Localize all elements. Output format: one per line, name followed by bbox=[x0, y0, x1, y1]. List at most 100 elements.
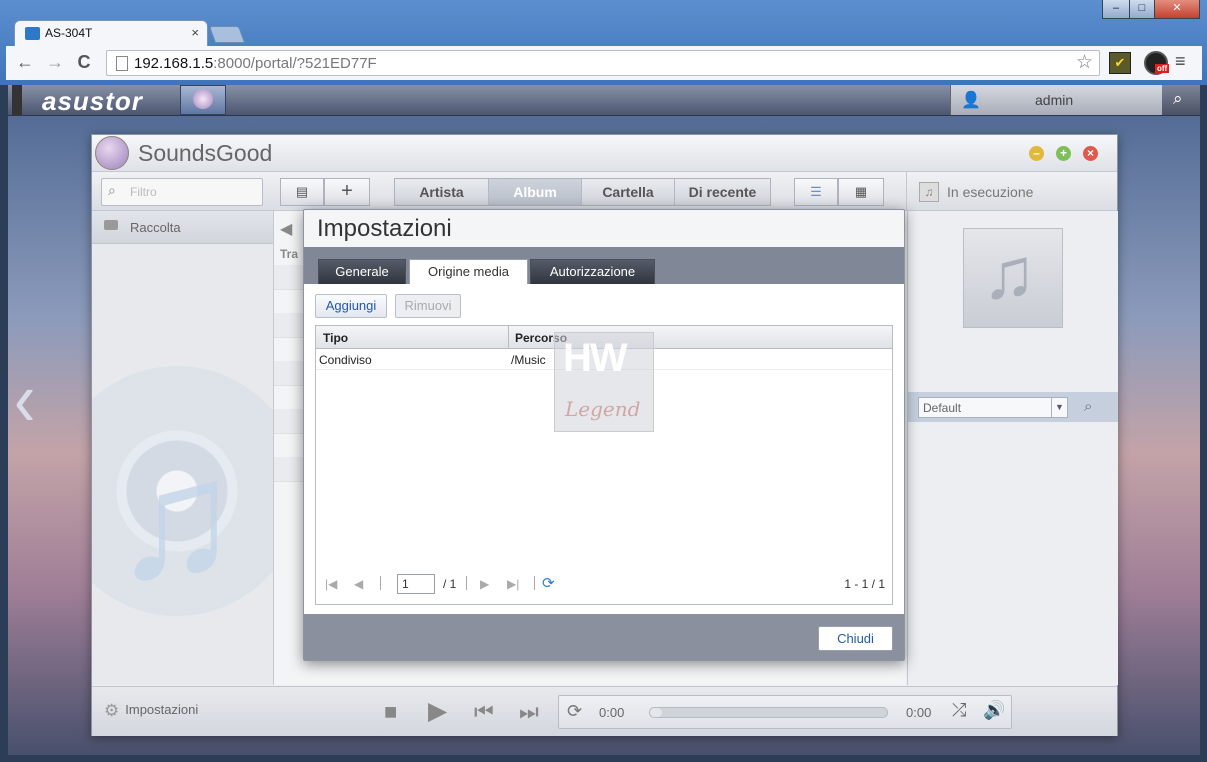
zoom-search-icon[interactable]: ⌕ bbox=[1084, 398, 1092, 415]
prev-page-icon[interactable]: ◀ bbox=[354, 577, 363, 591]
now-playing-label: In esecuzione bbox=[947, 184, 1034, 200]
list-view-icon[interactable]: ☰ bbox=[794, 178, 838, 206]
adm-search-button[interactable]: ⌕ bbox=[1162, 85, 1200, 115]
new-tab-button[interactable] bbox=[208, 26, 246, 43]
minimize-button[interactable]: – bbox=[1102, 0, 1130, 19]
page-icon bbox=[116, 56, 128, 71]
tab-autorizzazione[interactable]: Autorizzazione bbox=[530, 259, 655, 285]
stop-icon[interactable]: ■ bbox=[384, 699, 397, 725]
minimize-app-icon[interactable]: – bbox=[1029, 146, 1044, 161]
tab-generale[interactable]: Generale bbox=[318, 259, 406, 285]
playlist-button[interactable]: ▤ bbox=[280, 178, 324, 206]
close-dialog-button[interactable]: Chiudi bbox=[818, 626, 893, 651]
close-window-button[interactable]: ✕ bbox=[1154, 0, 1200, 19]
tab-close-icon[interactable]: × bbox=[191, 25, 199, 40]
maximize-button[interactable]: □ bbox=[1129, 0, 1155, 19]
now-playing-header: ♫ In esecuzione bbox=[906, 172, 1118, 210]
back-arrow-icon[interactable]: ◀ bbox=[280, 219, 292, 239]
music-note-icon: ♫ bbox=[982, 234, 1036, 314]
first-page-icon[interactable]: |◀ bbox=[325, 577, 337, 591]
time-current: 0:00 bbox=[599, 705, 625, 720]
sidebar-item-raccolta[interactable]: Raccolta bbox=[92, 211, 273, 244]
window-controls: – □ ✕ bbox=[1102, 0, 1200, 19]
volume-icon[interactable]: 🔊 bbox=[983, 700, 1005, 721]
table-row bbox=[274, 409, 304, 434]
browser-navbar: ← → C 192.168.1.5:8000/portal/?521ED77F … bbox=[6, 46, 1202, 80]
forward-arrow-icon[interactable]: → bbox=[44, 52, 66, 73]
settings-label: Impostazioni bbox=[125, 702, 199, 717]
page-total: / 1 bbox=[443, 577, 457, 591]
tab-origine-media[interactable]: Origine media bbox=[409, 259, 528, 285]
gear-icon: ⚙ bbox=[104, 701, 120, 720]
bookmark-star-icon[interactable]: ☆ bbox=[1076, 51, 1093, 74]
close-app-icon[interactable]: × bbox=[1083, 146, 1098, 161]
pager-divider bbox=[380, 576, 381, 590]
column-tipo[interactable]: Tipo bbox=[323, 331, 348, 345]
record-count: 1 - 1 / 1 bbox=[844, 577, 885, 591]
adm-favicon-icon bbox=[25, 27, 40, 40]
extension-badge: off bbox=[1155, 64, 1170, 73]
repeat-icon[interactable]: ⟳ bbox=[567, 701, 582, 722]
maximize-app-icon[interactable]: + bbox=[1056, 146, 1071, 161]
tab-album[interactable]: Album bbox=[489, 179, 582, 205]
watermark-logo: HW Legend bbox=[554, 332, 654, 432]
extension-check-icon[interactable]: ✔ bbox=[1109, 52, 1131, 74]
next-track-icon[interactable]: ⏭ bbox=[519, 699, 539, 725]
shuffle-icon[interactable]: ⤮ bbox=[952, 700, 966, 721]
table-row bbox=[274, 265, 304, 290]
browser-tab[interactable]: AS-304T × bbox=[14, 20, 208, 47]
watermark-line2: Legend bbox=[565, 397, 641, 421]
progress-slider[interactable] bbox=[649, 707, 888, 718]
add-source-button[interactable]: Aggiungi bbox=[315, 294, 387, 318]
grid-view-icon[interactable]: ▦ bbox=[838, 178, 884, 206]
add-button[interactable]: + bbox=[324, 178, 370, 206]
music-note-icon: ♫ bbox=[919, 182, 939, 202]
library-icon bbox=[104, 220, 118, 230]
app-title: SoundsGood bbox=[138, 140, 273, 166]
chevron-down-icon: ▼ bbox=[1051, 398, 1067, 417]
cell-tipo: Condiviso bbox=[319, 353, 372, 367]
adm-taskbar: asustor 👤 admin ⌕ bbox=[8, 85, 1200, 116]
dialog-tabbar: Generale Origine media Autorizzazione bbox=[304, 247, 904, 285]
settings-button[interactable]: ⚙ Impostazioni bbox=[104, 701, 198, 721]
remove-source-button[interactable]: Rimuovi bbox=[395, 294, 461, 318]
address-bar[interactable]: 192.168.1.5:8000/portal/?521ED77F ☆ bbox=[106, 50, 1100, 76]
last-page-icon[interactable]: ▶| bbox=[507, 577, 519, 591]
soundsgood-taskbar-icon[interactable] bbox=[180, 85, 226, 115]
sidebar-item-label: Raccolta bbox=[130, 220, 181, 235]
playlist-select[interactable]: Default ▼ bbox=[918, 397, 1068, 418]
table-row bbox=[274, 361, 304, 386]
table-row bbox=[274, 457, 304, 482]
cell-percorso: /Music bbox=[511, 353, 546, 367]
search-icon: ⌕ bbox=[108, 182, 116, 198]
desktop-prev-icon[interactable]: ‹ bbox=[14, 355, 35, 444]
playlist-row: Default ▼ ⌕ bbox=[908, 392, 1118, 422]
asustor-logo: asustor bbox=[42, 86, 143, 116]
settings-dialog: Impostazioni Generale Origine media Auto… bbox=[303, 209, 905, 661]
tab-di-recente[interactable]: Di recente bbox=[675, 179, 770, 205]
extension-power-icon[interactable]: off bbox=[1144, 51, 1170, 75]
page-number-input[interactable]: 1 bbox=[397, 574, 435, 594]
user-menu[interactable]: 👤 admin bbox=[950, 85, 1163, 115]
refresh-icon[interactable]: ⟳ bbox=[542, 574, 555, 592]
app-titlebar: SoundsGood – + × bbox=[92, 135, 1117, 172]
play-icon[interactable]: ▶ bbox=[428, 696, 447, 726]
pager-divider bbox=[466, 576, 467, 590]
browser-menu-icon[interactable]: ≡ bbox=[1175, 51, 1186, 72]
pager-divider bbox=[534, 576, 535, 590]
user-name: admin bbox=[1035, 92, 1074, 108]
reload-icon[interactable]: C bbox=[73, 52, 95, 73]
watermark-line1: HW bbox=[563, 336, 628, 380]
previous-track-icon[interactable]: ⏮ bbox=[474, 699, 494, 725]
media-source-table: Tipo Percorso Condiviso /Music HW Legend… bbox=[315, 325, 893, 605]
tab-cartella[interactable]: Cartella bbox=[582, 179, 675, 205]
filter-placeholder: Filtro bbox=[130, 185, 157, 199]
heart-note-icon bbox=[193, 89, 213, 109]
next-page-icon[interactable]: ▶ bbox=[480, 577, 489, 591]
back-arrow-icon[interactable]: ← bbox=[14, 52, 36, 73]
table-row bbox=[274, 313, 304, 338]
filter-input[interactable]: ⌕ Filtro bbox=[101, 178, 263, 206]
tab-artista[interactable]: Artista bbox=[395, 179, 489, 205]
progress-fill bbox=[650, 708, 662, 717]
browser-tab-title: AS-304T bbox=[45, 26, 93, 40]
